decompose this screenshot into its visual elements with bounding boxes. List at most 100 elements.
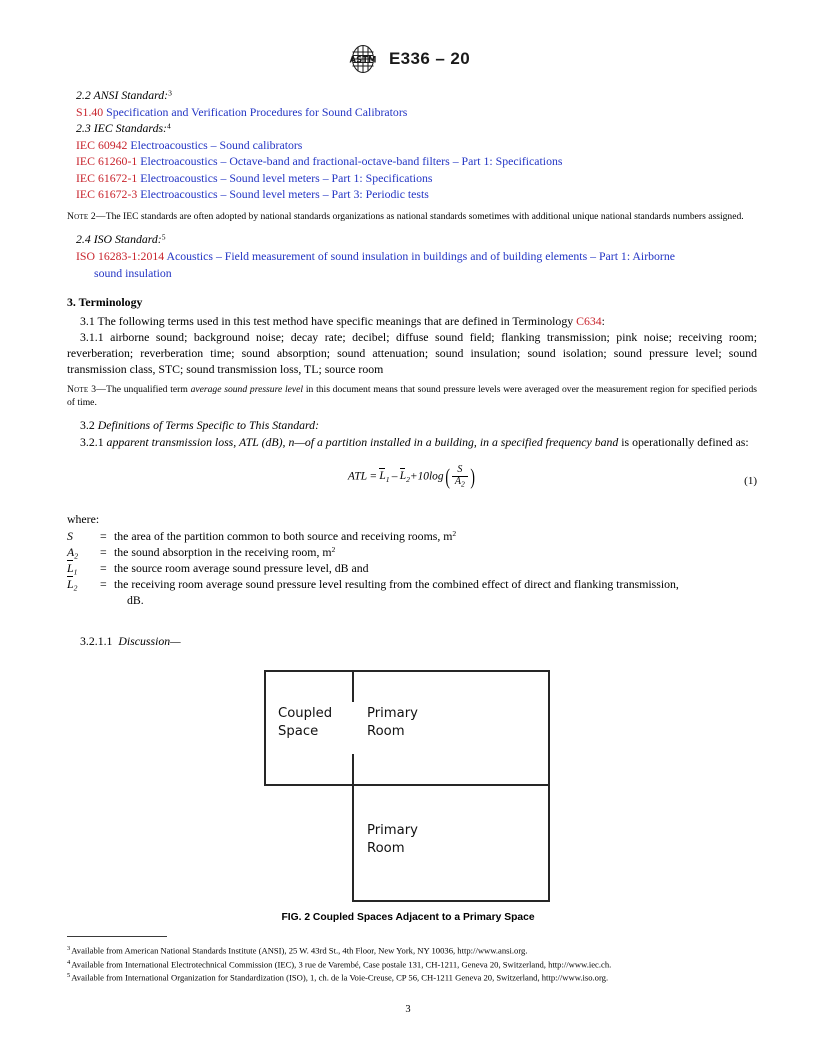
partition-wall-bottom-segment: [352, 754, 354, 786]
equation-number: (1): [744, 474, 757, 487]
definition-row-L2: L2 = the receiving room average sound pr…: [67, 575, 757, 593]
reference-item-iec60942[interactable]: IEC 60942 Electroacoustics – Sound calib…: [67, 138, 757, 155]
footnote-5: 5Available from International Organizati…: [67, 971, 757, 985]
definition-superscript: 2: [331, 544, 336, 554]
paragraph-number: 3.1.1: [80, 330, 104, 345]
partition-wall-top-segment: [352, 670, 354, 702]
footnote-text: Available from International Organizatio…: [71, 972, 609, 983]
reference-item-iso16283[interactable]: ISO 16283-1:2014 Acoustics – Field measu…: [67, 249, 757, 266]
iso-heading-text: 2.4 ISO Standard:: [76, 232, 162, 247]
paragraph-3-2-1: 3.2.1 apparent transmission loss, ATL (d…: [67, 434, 757, 451]
reference-item-iec61260-1[interactable]: IEC 61260-1 Electroacoustics – Octave-ba…: [67, 154, 757, 171]
equation-right-paren-icon: ): [470, 463, 475, 489]
definition-symbol-subscript: 2: [74, 550, 79, 560]
footnote-marker: 3: [67, 945, 71, 952]
definition-equals: =: [100, 560, 107, 575]
room-label-primary-room-upper: Primary Room: [367, 706, 418, 740]
reference-title[interactable]: Electroacoustics – Octave-band and fract…: [140, 154, 562, 168]
paragraph-text-end: :: [601, 313, 605, 328]
definition-text: the area of the partition common to both…: [114, 529, 757, 544]
definition-symbol: L1: [67, 559, 100, 577]
equation-1-row: ATL = L1 – L 2 +10log(S A2) (1): [67, 463, 757, 499]
equation-term-L1: L: [379, 468, 386, 484]
equation-fraction-denominator: A2: [452, 476, 468, 489]
paragraph-text: is operationally defined as:: [618, 435, 749, 450]
paragraph-3-2-1-1: 3.2.1.1 Discussion—: [67, 634, 757, 650]
equation-fraction: S A2: [451, 464, 468, 489]
footnote-marker: 5: [67, 972, 71, 980]
footnote-list: 3Available from American National Standa…: [67, 944, 757, 985]
definition-superscript: 2: [452, 529, 457, 539]
reference-title-cont-text[interactable]: sound insulation: [94, 266, 172, 280]
reference-id[interactable]: S1.40: [76, 105, 103, 119]
reference-title[interactable]: Electroacoustics – Sound level meters – …: [140, 171, 432, 185]
section-heading-terminology: 3. Terminology: [67, 295, 143, 310]
definition-equals: =: [100, 529, 107, 544]
definition-row-L2-continuation: dB.: [67, 593, 757, 608]
definition-symbol-base: L: [67, 576, 74, 591]
definition-row-S: S = the area of the partition common to …: [67, 529, 757, 544]
iso-heading-footnote-marker: 5: [161, 233, 166, 242]
ansi-heading-footnote-marker: 3: [168, 88, 172, 98]
reference-id[interactable]: IEC 61260-1: [76, 154, 137, 168]
definition-symbol-subscript: 1: [73, 567, 78, 576]
footnote-4: 4Available from International Electrotec…: [67, 958, 757, 972]
paragraph-definition-term: apparent transmission loss, ATL (dB), n—…: [106, 435, 619, 450]
reference-title[interactable]: Electroacoustics – Sound level meters – …: [140, 187, 429, 201]
reference-title[interactable]: Acoustics – Field measurement of sound i…: [166, 249, 675, 263]
room-label-primary-room-lower: Primary Room: [367, 823, 418, 857]
figure-2: Coupled Space Primary Room Primary Room …: [264, 670, 552, 923]
equation-left-paren-icon: (: [444, 463, 450, 489]
footnote-separator-rule: [67, 936, 167, 937]
svg-text:ASTM: ASTM: [349, 56, 376, 66]
equation-log-coefficient: 10log: [417, 470, 444, 483]
astm-logo-icon: ASTM: [346, 44, 380, 74]
definition-text-body: the area of the partition common to both…: [114, 529, 453, 544]
paragraph-number: 3.1: [80, 313, 95, 328]
equation-1: ATL = L1 – L 2 +10log(S A2): [67, 463, 757, 489]
reference-id[interactable]: IEC 61672-1: [76, 171, 137, 185]
definition-continuation-text: dB.: [127, 592, 144, 607]
ansi-heading-text: 2.2 ANSI Standard:: [76, 88, 169, 102]
note-3-text-a: The unqualified term: [106, 384, 191, 396]
reference-title[interactable]: Specification and Verification Procedure…: [106, 105, 407, 119]
note-2-label: Note 2—: [67, 210, 106, 222]
paragraph-text: The following terms used in this test me…: [97, 313, 577, 328]
note-3-italic-term: average sound pressure level: [190, 384, 304, 396]
document-page: ASTM E336 – 20 2.2 ANSI Standard:3 S1.40…: [0, 0, 816, 1056]
footnote-marker: 4: [67, 958, 71, 966]
terminology-reference-c634[interactable]: C634: [576, 314, 602, 328]
reference-id[interactable]: IEC 61672-3: [76, 187, 137, 201]
ansi-standard-heading: 2.2 ANSI Standard:3: [67, 88, 757, 105]
paragraph-text: airborne sound; background noise; decay …: [67, 330, 757, 376]
reference-item-s140[interactable]: S1.40 Specification and Verification Pro…: [67, 105, 757, 122]
definition-symbol-base: L: [67, 560, 74, 575]
page-title: E336 – 20: [388, 49, 471, 68]
iec-heading-text: 2.3 IEC Standards:: [76, 121, 167, 136]
reference-title[interactable]: Electroacoustics – Sound calibrators: [130, 138, 302, 152]
definition-text: the sound absorption in the receiving ro…: [114, 545, 757, 560]
equation-L1-symbol: L: [379, 470, 386, 483]
where-label: where:: [67, 511, 100, 526]
definition-symbol-overline: L: [67, 575, 74, 592]
reference-item-iec61672-3[interactable]: IEC 61672-3 Electroacoustics – Sound lev…: [67, 187, 757, 204]
discussion-label: Discussion—: [118, 634, 181, 649]
paragraph-number: 3.2: [80, 418, 95, 433]
equation-minus: –: [391, 470, 398, 483]
reference-id[interactable]: IEC 60942: [76, 138, 127, 152]
equation-lhs: ATL: [347, 470, 368, 483]
reference-id[interactable]: ISO 16283-1:2014: [76, 249, 164, 263]
reference-item-iec61672-1[interactable]: IEC 61672-1 Electroacoustics – Sound lev…: [67, 171, 757, 188]
definition-symbol-subscript: 2: [73, 583, 78, 593]
definition-symbol: A2: [67, 545, 100, 561]
definition-text-body: the sound absorption in the receiving ro…: [114, 544, 332, 559]
equation-L1-subscript: 1: [385, 474, 390, 484]
definition-list: S = the area of the partition common to …: [67, 529, 757, 608]
note-2-text: The IEC standards are often adopted by n…: [105, 210, 744, 222]
reference-title-continuation[interactable]: sound insulation: [67, 266, 757, 283]
definition-text: the receiving room average sound pressur…: [114, 576, 679, 591]
definition-row-L1: L1 = the source room average sound press…: [67, 559, 757, 577]
definition-text: the source room average sound pressure l…: [114, 560, 369, 575]
paragraph-3-2: 3.2 Definitions of Terms Specific to Thi…: [67, 417, 757, 434]
definition-symbol: S: [67, 529, 73, 544]
